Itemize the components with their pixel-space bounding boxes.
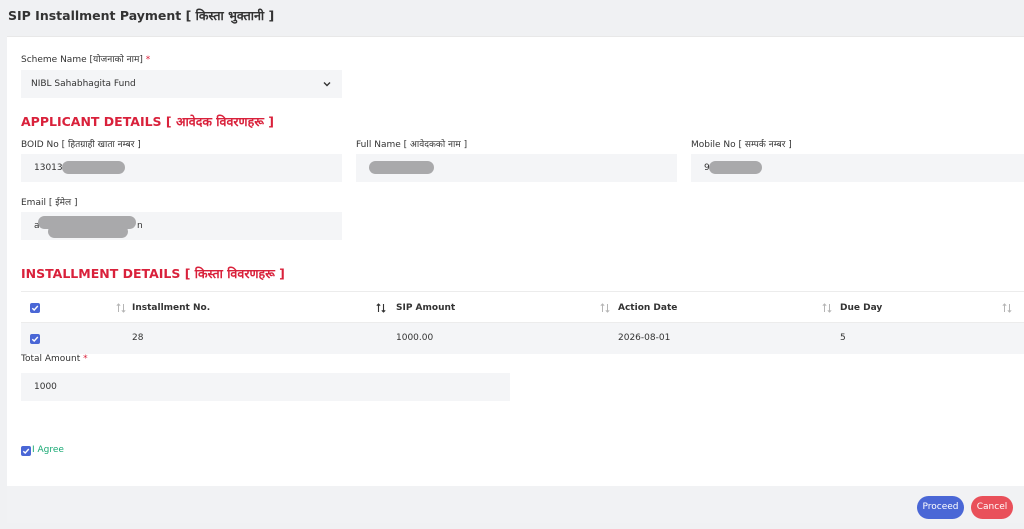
total-amount-label: Total Amount *	[21, 354, 88, 364]
agree-checkbox[interactable]	[21, 446, 31, 456]
cell-sip-amount: 1000.00	[396, 333, 434, 343]
column-header-installment-no[interactable]: Installment No.	[132, 292, 210, 324]
form-footer	[7, 486, 1024, 523]
scheme-label: Scheme Name [योजनाको नाम] *	[21, 52, 150, 65]
redacted-blur	[369, 161, 434, 174]
email-label: Email [ ईमेल ]	[21, 198, 78, 208]
table-row[interactable]: 28 1000.00 2026-08-01 5	[21, 323, 1024, 354]
redacted-blur	[62, 161, 125, 174]
sort-icon[interactable]	[821, 302, 833, 314]
boid-label: BOID No [ हितग्राही खाता नम्बर ]	[21, 140, 141, 150]
column-header-due-day[interactable]: Due Day	[840, 292, 882, 324]
email-value-end: n	[137, 221, 143, 231]
applicant-section-title: APPLICANT DETAILS [ आवेदक विवरणहरू ]	[21, 114, 274, 129]
page-title: SIP Installment Payment [ किस्ता भुक्तान…	[8, 8, 275, 23]
total-amount-label-text: Total Amount	[21, 354, 81, 364]
form-card: Scheme Name [योजनाको नाम] * NIBL Sahabha…	[7, 36, 1024, 523]
installment-section-title: INSTALLMENT DETAILS [ किस्ता विवरणहरू ]	[21, 266, 285, 281]
row-checkbox[interactable]	[30, 334, 40, 344]
check-icon	[31, 305, 39, 312]
required-marker: *	[83, 354, 88, 364]
scheme-select-value: NIBL Sahabhagita Fund	[31, 79, 136, 89]
agree-label[interactable]: I Agree	[32, 445, 64, 455]
mobile-label: Mobile No [ सम्पर्क नम्बर ]	[691, 140, 792, 150]
cell-due-day: 5	[840, 333, 846, 343]
proceed-button[interactable]: Proceed	[917, 496, 964, 519]
redacted-blur	[709, 161, 762, 174]
sort-active-icon[interactable]	[375, 302, 387, 314]
scheme-label-text: Scheme Name [योजनाको नाम]	[21, 55, 143, 65]
sort-icon[interactable]	[1001, 302, 1013, 314]
column-header-action-date[interactable]: Action Date	[618, 292, 677, 324]
required-marker: *	[145, 55, 151, 65]
total-amount-value: 1000	[34, 382, 57, 392]
page-header: SIP Installment Payment [ किस्ता भुक्तान…	[0, 0, 1024, 34]
table-header: Installment No. SIP Amount Action Date D…	[21, 291, 1024, 323]
column-header-sip-amount[interactable]: SIP Amount	[396, 292, 455, 324]
chevron-down-icon	[323, 82, 331, 87]
cancel-button[interactable]: Cancel	[971, 496, 1013, 519]
check-icon	[22, 448, 30, 455]
sort-icon[interactable]	[599, 302, 611, 314]
cell-action-date: 2026-08-01	[618, 333, 671, 343]
redacted-blur	[48, 225, 128, 238]
check-icon	[31, 336, 39, 343]
sort-icon[interactable]	[115, 302, 127, 314]
fullname-label: Full Name [ आवेदकको नाम ]	[356, 140, 468, 150]
scheme-select[interactable]: NIBL Sahabhagita Fund	[21, 70, 342, 98]
cell-installment-no: 28	[132, 333, 144, 343]
select-all-checkbox[interactable]	[30, 303, 40, 313]
total-amount-field[interactable]: 1000	[21, 373, 510, 401]
